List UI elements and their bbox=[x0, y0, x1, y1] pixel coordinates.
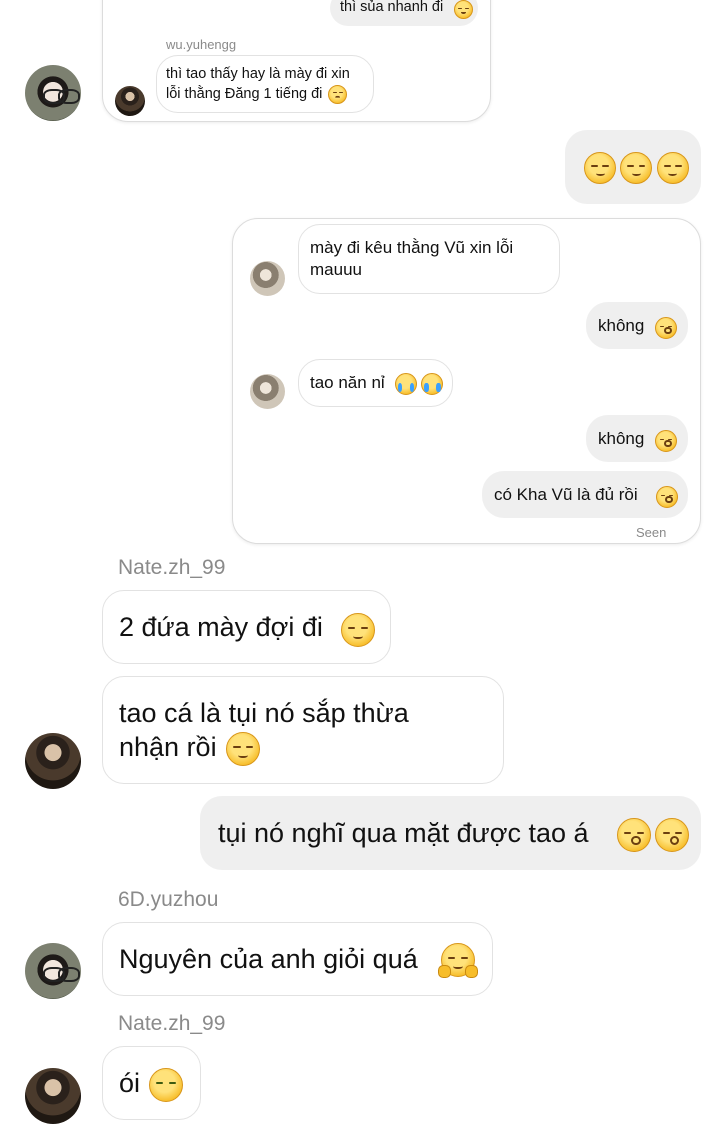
message-bubble-outgoing[interactable] bbox=[565, 130, 701, 204]
relieved-face-icon bbox=[226, 731, 261, 766]
avatar[interactable] bbox=[25, 733, 81, 789]
message-text: mauuu bbox=[310, 260, 362, 279]
kissing-face-icon bbox=[656, 486, 678, 508]
message-text: không bbox=[598, 429, 645, 448]
kissing-face-icon bbox=[617, 818, 651, 852]
message-bubble-incoming[interactable]: ói bbox=[102, 1046, 201, 1120]
smiling-face-icon bbox=[454, 0, 473, 19]
message-text: ói bbox=[119, 1068, 141, 1098]
message-text: nhận rồi bbox=[119, 732, 217, 762]
message-text: Nguyên của anh giỏi quá bbox=[119, 944, 418, 974]
disappointed-face-icon bbox=[328, 84, 348, 104]
sender-name: wu.yuhengg bbox=[166, 37, 237, 52]
vomiting-face-icon bbox=[149, 1068, 183, 1102]
message-text: tụi nó nghĩ qua mặt được tao á bbox=[218, 818, 589, 848]
kissing-face-icon bbox=[655, 317, 677, 339]
avatar bbox=[115, 86, 145, 116]
message-text: thì sủa nhanh đi bbox=[340, 0, 444, 15]
message-bubble-incoming[interactable]: thì tao thấy hay là mày đi xin lỗi thằng… bbox=[156, 55, 374, 113]
message-bubble-outgoing[interactable]: thì sủa nhanh đi bbox=[330, 0, 478, 26]
relieved-face-icon bbox=[341, 613, 375, 647]
kissing-face-icon bbox=[655, 818, 690, 852]
avatar bbox=[250, 374, 285, 409]
avatar bbox=[250, 261, 285, 296]
sender-name: 6D.yuzhou bbox=[118, 888, 219, 911]
message-bubble-incoming[interactable]: mày đi kêu thằng Vũ xin lỗi mauuu bbox=[298, 224, 560, 294]
relieved-face-icon bbox=[656, 152, 689, 184]
avatar[interactable] bbox=[25, 943, 81, 999]
message-bubble-incoming[interactable]: tao năn nỉ bbox=[298, 359, 453, 407]
relieved-face-icon bbox=[620, 152, 653, 184]
avatar[interactable] bbox=[25, 1068, 81, 1124]
message-bubble-incoming[interactable]: 2 đứa mày đợi đi bbox=[102, 590, 391, 664]
loudly-crying-face-icon bbox=[395, 373, 417, 395]
message-bubble-outgoing[interactable]: không bbox=[586, 415, 688, 462]
message-text: tao năn nỉ bbox=[310, 373, 385, 392]
loudly-crying-face-icon bbox=[421, 373, 444, 395]
message-bubble-outgoing[interactable]: tụi nó nghĩ qua mặt được tao á bbox=[200, 796, 701, 870]
message-bubble-incoming[interactable]: Nguyên của anh giỏi quá bbox=[102, 922, 493, 996]
message-text: thì tao thấy hay là mày đi xin lỗi thằng… bbox=[166, 66, 350, 104]
sender-name: Nate.zh_99 bbox=[118, 556, 226, 579]
seen-status: Seen bbox=[636, 525, 667, 540]
message-bubble-outgoing[interactable]: không bbox=[586, 302, 688, 349]
message-text: tao cá là tụi nó sắp thừa bbox=[119, 698, 409, 728]
sender-name: Nate.zh_99 bbox=[118, 1012, 226, 1035]
message-text: mày đi kêu thằng Vũ xin lỗi bbox=[310, 238, 514, 257]
message-text: có Kha Vũ là đủ rồi bbox=[494, 485, 638, 504]
message-text: không bbox=[598, 316, 645, 335]
message-text: 2 đứa mày đợi đi bbox=[119, 612, 323, 642]
relieved-face-icon bbox=[584, 152, 616, 184]
message-bubble-incoming[interactable]: tao cá là tụi nó sắp thừa nhận rồi bbox=[102, 676, 504, 784]
message-bubble-outgoing[interactable]: có Kha Vũ là đủ rồi bbox=[482, 471, 688, 518]
kissing-face-icon bbox=[655, 430, 677, 452]
hugging-face-icon bbox=[438, 943, 478, 978]
avatar[interactable] bbox=[25, 65, 81, 121]
